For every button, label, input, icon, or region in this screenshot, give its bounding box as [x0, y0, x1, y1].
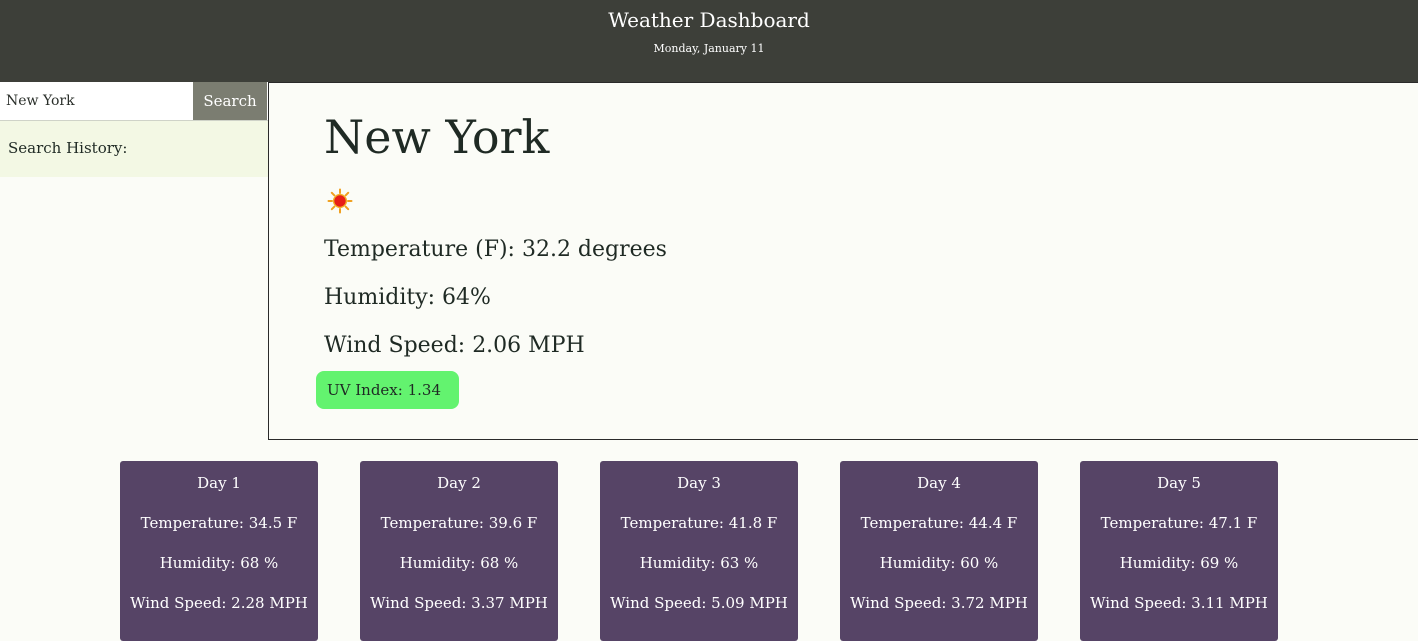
humidity-text: Humidity: 64% [324, 285, 491, 310]
forecast-day: Day 5 [1157, 474, 1201, 492]
forecast-day: Day 4 [917, 474, 961, 492]
forecast-humidity: Humidity: 60 % [879, 554, 999, 572]
search-button[interactable]: Search [193, 82, 267, 120]
forecast-card: Day 3 Temperature: 41.8 F Humidity: 63 %… [600, 461, 798, 641]
forecast-card: Day 5 Temperature: 47.1 F Humidity: 69 %… [1080, 461, 1278, 641]
forecast-temperature: Temperature: 44.4 F [860, 514, 1018, 532]
forecast-temperature: Temperature: 34.5 F [140, 514, 298, 532]
search-form: Search [0, 82, 268, 121]
forecast-temperature: Temperature: 41.8 F [620, 514, 778, 532]
forecast-wind-speed: Wind Speed: 3.37 MPH [370, 594, 548, 612]
current-weather-panel: New York Temperature (F): 32.2 degrees H… [268, 82, 1418, 440]
page-title: Weather Dashboard [608, 8, 810, 32]
temperature-text: Temperature (F): 32.2 degrees [324, 237, 667, 262]
city-name: New York [324, 110, 550, 164]
sun-icon [327, 188, 353, 214]
wind-speed-text: Wind Speed: 2.06 MPH [324, 333, 585, 358]
forecast-humidity: Humidity: 68 % [399, 554, 519, 572]
forecast-wind-speed: Wind Speed: 3.72 MPH [850, 594, 1028, 612]
forecast-temperature: Temperature: 47.1 F [1100, 514, 1258, 532]
forecast-humidity: Humidity: 63 % [639, 554, 759, 572]
forecast-day: Day 3 [677, 474, 721, 492]
app-header: Weather Dashboard Monday, January 11 [0, 0, 1418, 82]
uv-index-badge: UV Index: 1.34 [316, 371, 459, 409]
forecast-humidity: Humidity: 68 % [159, 554, 279, 572]
forecast-temperature: Temperature: 39.6 F [380, 514, 538, 532]
sidebar: Search Search History: [0, 82, 268, 177]
forecast-card: Day 2 Temperature: 39.6 F Humidity: 68 %… [360, 461, 558, 641]
forecast-humidity: Humidity: 69 % [1119, 554, 1239, 572]
city-search-input[interactable] [0, 82, 193, 120]
forecast-card: Day 1 Temperature: 34.5 F Humidity: 68 %… [120, 461, 318, 641]
forecast-card: Day 4 Temperature: 44.4 F Humidity: 60 %… [840, 461, 1038, 641]
forecast-day: Day 1 [197, 474, 241, 492]
forecast-wind-speed: Wind Speed: 3.11 MPH [1090, 594, 1268, 612]
search-history-label: Search History: [8, 139, 128, 157]
forecast-wind-speed: Wind Speed: 2.28 MPH [130, 594, 308, 612]
search-history: Search History: [0, 121, 268, 177]
current-date: Monday, January 11 [653, 42, 765, 55]
forecast-day: Day 2 [437, 474, 481, 492]
forecast-wind-speed: Wind Speed: 5.09 MPH [610, 594, 788, 612]
